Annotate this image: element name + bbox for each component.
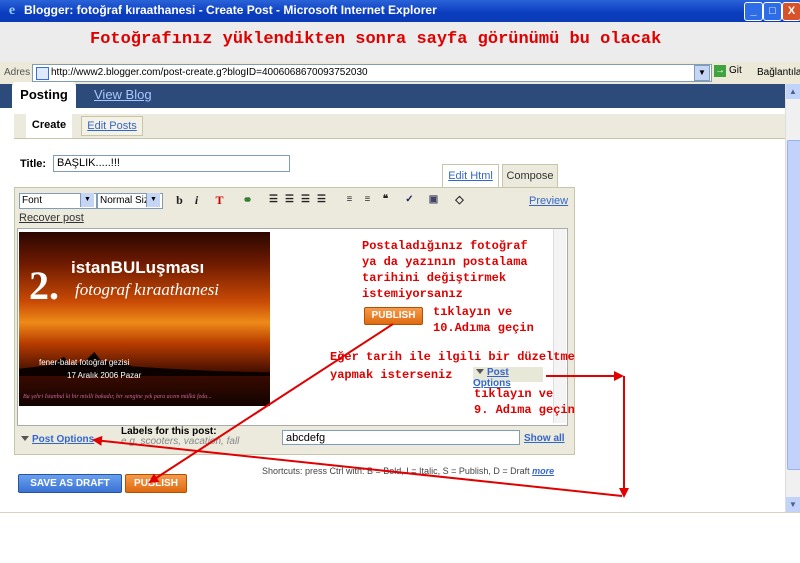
annotation-arrows xyxy=(92,323,629,498)
